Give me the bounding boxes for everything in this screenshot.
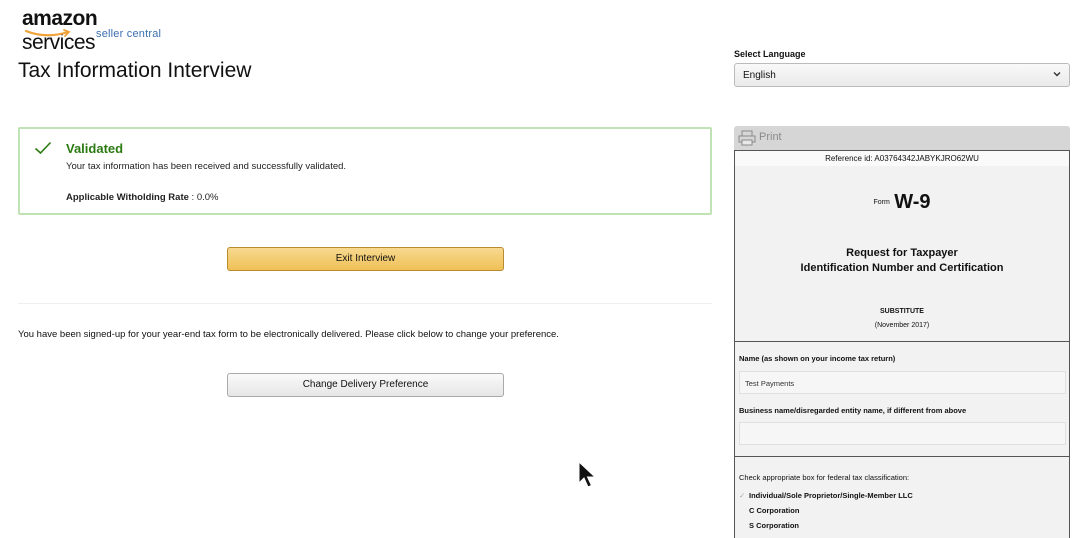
language-selected-value: English xyxy=(743,70,776,81)
classification-option-c-corp[interactable]: C Corporation xyxy=(739,506,799,515)
form-prefix: Form xyxy=(873,199,890,206)
form-title-line1: Request for Taxpayer xyxy=(846,247,958,259)
withholding-rate-label: Applicable Witholding Rate xyxy=(66,192,189,203)
mouse-cursor-icon xyxy=(578,461,597,488)
reference-id: Reference id: A03764342JABYKJRO62WU xyxy=(734,150,1070,167)
smile-arrow-icon xyxy=(24,29,71,37)
delivery-notice: You have been signed-up for your year-en… xyxy=(18,329,559,340)
logo-subtitle: seller central xyxy=(96,28,162,40)
language-select[interactable]: English xyxy=(734,63,1070,87)
page-title: Tax Information Interview xyxy=(18,59,252,82)
validation-alert: Validated Your tax information has been … xyxy=(18,127,712,215)
exit-interview-button[interactable]: Exit Interview xyxy=(227,247,504,271)
chevron-down-icon xyxy=(1053,72,1061,77)
name-field-label: Name (as shown on your income tax return… xyxy=(739,354,896,363)
form-identifier: Form W-9 xyxy=(735,191,1069,214)
classification-option-s-corp[interactable]: S Corporation xyxy=(739,521,799,530)
form-title-line2: Identification Number and Certification xyxy=(800,262,1004,274)
amazon-services-logo[interactable]: amazon services seller central xyxy=(22,7,172,54)
form-revision-date: (November 2017) xyxy=(874,322,930,329)
change-delivery-preference-button[interactable]: Change Delivery Preference xyxy=(227,373,504,397)
classification-label: Check appropriate box for federal tax cl… xyxy=(739,473,910,482)
business-name-field-label: Business name/disregarded entity name, i… xyxy=(739,406,967,415)
section-divider xyxy=(18,303,712,304)
print-toolbar: Print xyxy=(734,126,1070,150)
alert-message: Your tax information has been received a… xyxy=(66,161,347,172)
form-name: W-9 xyxy=(894,191,931,213)
name-field[interactable]: Test Payments xyxy=(739,371,1066,394)
classification-option-label: Individual/Sole Proprietor/Single-Member… xyxy=(749,491,913,500)
classification-option-label: S Corporation xyxy=(749,521,799,530)
print-button[interactable]: Print xyxy=(759,131,782,143)
checkmark-icon: ✓ xyxy=(739,491,746,500)
w9-name-section: Name (as shown on your income tax return… xyxy=(734,342,1070,457)
classification-option-label: C Corporation xyxy=(749,506,800,515)
alert-title: Validated xyxy=(66,141,124,156)
w9-form-header: Form W-9 Request for Taxpayer Identifica… xyxy=(734,166,1070,342)
business-name-field[interactable] xyxy=(739,422,1066,445)
withholding-rate-value: 0.0% xyxy=(196,192,219,203)
checkmark-icon xyxy=(34,141,52,155)
withholding-rate: Applicable Witholding Rate : 0.0% xyxy=(66,192,218,203)
form-substitute: SUBSTITUTE xyxy=(880,308,924,315)
withholding-rate-separator: : xyxy=(188,192,197,203)
w9-classification-section: Check appropriate box for federal tax cl… xyxy=(734,457,1070,538)
language-label: Select Language xyxy=(734,49,806,59)
printer-icon[interactable] xyxy=(738,130,756,146)
classification-option-individual[interactable]: ✓ Individual/Sole Proprietor/Single-Membe… xyxy=(739,491,913,500)
